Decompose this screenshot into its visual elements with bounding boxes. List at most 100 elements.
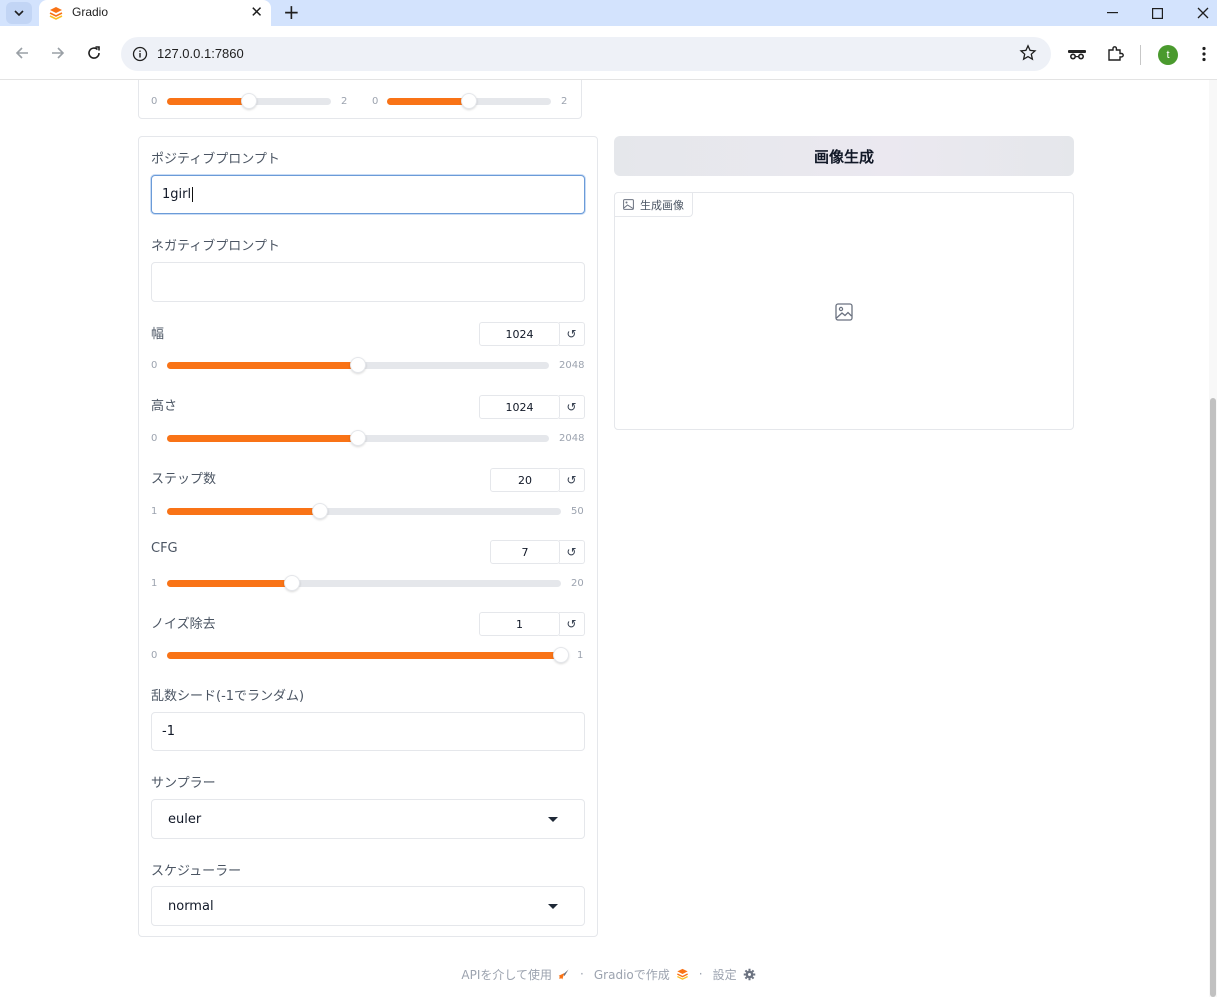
gear-icon[interactable]: [743, 968, 756, 981]
cfg-number-input[interactable]: 7: [490, 540, 560, 564]
slider-track[interactable]: [167, 93, 331, 109]
settings-panel: ポジティブプロンプト 1girl ネガティブプロンプト 幅 1024 ↺ 0 2…: [138, 136, 598, 937]
new-tab-button[interactable]: +: [283, 1, 300, 23]
slider-min: 0: [151, 96, 158, 107]
maximize-icon: [1151, 7, 1163, 19]
steps-number-input[interactable]: 20: [490, 468, 560, 492]
cfg-slider-thumb[interactable]: [283, 575, 300, 591]
slider-track[interactable]: [387, 93, 551, 109]
gradio-logo-icon: [676, 968, 688, 980]
tab-search-button[interactable]: [6, 2, 32, 24]
minimize-button[interactable]: [1097, 2, 1127, 24]
height-slider[interactable]: [167, 430, 549, 446]
chevron-down-icon: [14, 10, 24, 16]
built-with-gradio-link[interactable]: Gradioで作成: [594, 966, 670, 983]
back-button[interactable]: [10, 41, 34, 65]
height-reset-button[interactable]: ↺: [559, 395, 585, 419]
browser-tab[interactable]: Gradio ✕: [39, 0, 271, 26]
address-bar[interactable]: 127.0.0.1:7860: [121, 37, 1051, 71]
denoise-slider[interactable]: [167, 647, 569, 663]
cfg-slider[interactable]: [167, 575, 561, 591]
positive-prompt-label: ポジティブプロンプト: [151, 152, 280, 167]
negative-prompt-label: ネガティブプロンプト: [151, 239, 280, 254]
page-scrollbar[interactable]: [1209, 80, 1217, 997]
page-viewport: 0 2 0 2 ポジティブプロンプト 1girl ネガティブプロンプト 幅 10…: [0, 80, 1217, 997]
height-min: 0: [151, 433, 158, 444]
steps-label: ステップ数: [151, 472, 217, 487]
width-number-input[interactable]: 1024: [479, 322, 560, 346]
tab-title: Gradio: [72, 5, 109, 19]
dropdown-arrow-icon: [548, 904, 558, 909]
height-slider-thumb[interactable]: [350, 430, 366, 446]
dropdown-arrow-icon: [548, 817, 558, 822]
width-slider[interactable]: [167, 357, 549, 373]
incognito-extension-icon[interactable]: [1066, 43, 1088, 65]
reload-button[interactable]: [82, 41, 106, 65]
scheduler-dropdown[interactable]: normal: [151, 886, 585, 926]
forward-arrow-icon: [52, 47, 65, 59]
cfg-reset-button[interactable]: ↺: [559, 540, 585, 564]
extensions-puzzle-icon[interactable]: [1104, 43, 1126, 65]
image-icon: [623, 199, 634, 210]
maximize-button[interactable]: [1142, 2, 1172, 24]
slider-min: 0: [372, 96, 379, 107]
top-options-panel: 0 2 0 2: [138, 80, 582, 119]
bookmark-star-icon[interactable]: [1019, 44, 1037, 62]
seed-input[interactable]: -1: [151, 712, 585, 751]
text-caret: [192, 187, 194, 202]
forward-button[interactable]: [46, 41, 70, 65]
positive-prompt-input[interactable]: 1girl: [151, 175, 585, 214]
steps-slider-thumb[interactable]: [311, 503, 328, 519]
scrollbar-thumb[interactable]: [1210, 398, 1216, 997]
height-label: 高さ: [151, 399, 178, 414]
scheduler-value: normal: [168, 898, 214, 914]
settings-link[interactable]: 設定: [713, 966, 737, 983]
site-info-icon[interactable]: [132, 46, 148, 62]
width-reset-button[interactable]: ↺: [559, 322, 585, 346]
steps-min: 1: [151, 506, 158, 517]
denoise-reset-button[interactable]: ↺: [559, 612, 585, 636]
browser-toolbar: 127.0.0.1:7860 t: [0, 26, 1217, 80]
generate-image-button[interactable]: 画像生成: [614, 136, 1074, 176]
close-icon: [1197, 7, 1209, 19]
negative-prompt-input[interactable]: [151, 262, 585, 302]
more-menu-icon[interactable]: [1193, 43, 1215, 65]
sampler-dropdown[interactable]: euler: [151, 799, 585, 839]
steps-reset-button[interactable]: ↺: [559, 468, 585, 492]
footer-separator: ·: [580, 967, 584, 981]
height-max: 2048: [559, 433, 585, 444]
reload-icon: [88, 46, 100, 59]
gradio-logo-icon: [49, 7, 63, 20]
url-text[interactable]: 127.0.0.1:7860: [157, 46, 244, 61]
positive-prompt-value: 1girl: [162, 187, 192, 202]
height-slider-fill: [167, 435, 358, 442]
steps-slider[interactable]: [167, 503, 561, 519]
denoise-number-input[interactable]: 1: [479, 612, 560, 636]
steps-slider-fill: [167, 508, 320, 515]
page-footer: APIを介して使用 · Gradioで作成 · 設定: [0, 964, 1217, 984]
window-close-button[interactable]: [1188, 2, 1217, 24]
output-image-panel: 生成画像: [614, 192, 1074, 430]
width-slider-thumb[interactable]: [350, 357, 366, 373]
close-tab-icon[interactable]: ✕: [250, 3, 263, 21]
slider-thumb[interactable]: [241, 93, 257, 109]
height-number-input[interactable]: 1024: [479, 395, 560, 419]
rocket-icon: [558, 969, 569, 980]
profile-avatar[interactable]: t: [1158, 45, 1178, 65]
output-image-label: 生成画像: [615, 193, 693, 217]
seed-label: 乱数シード(-1でランダム): [151, 689, 305, 704]
slider-fill: [387, 98, 469, 105]
sampler-value: euler: [168, 811, 202, 827]
image-placeholder-icon: [835, 303, 853, 321]
sampler-label: サンプラー: [151, 776, 216, 791]
slider-fill: [167, 98, 249, 105]
use-via-api-link[interactable]: APIを介して使用: [461, 966, 552, 983]
cfg-max: 20: [571, 578, 584, 589]
width-min: 0: [151, 360, 158, 371]
slider-max: 2: [561, 96, 568, 107]
cfg-label: CFG: [151, 541, 178, 556]
steps-max: 50: [571, 506, 584, 517]
denoise-slider-thumb[interactable]: [553, 647, 569, 663]
slider-thumb[interactable]: [461, 93, 477, 109]
seed-value: -1: [162, 724, 175, 739]
